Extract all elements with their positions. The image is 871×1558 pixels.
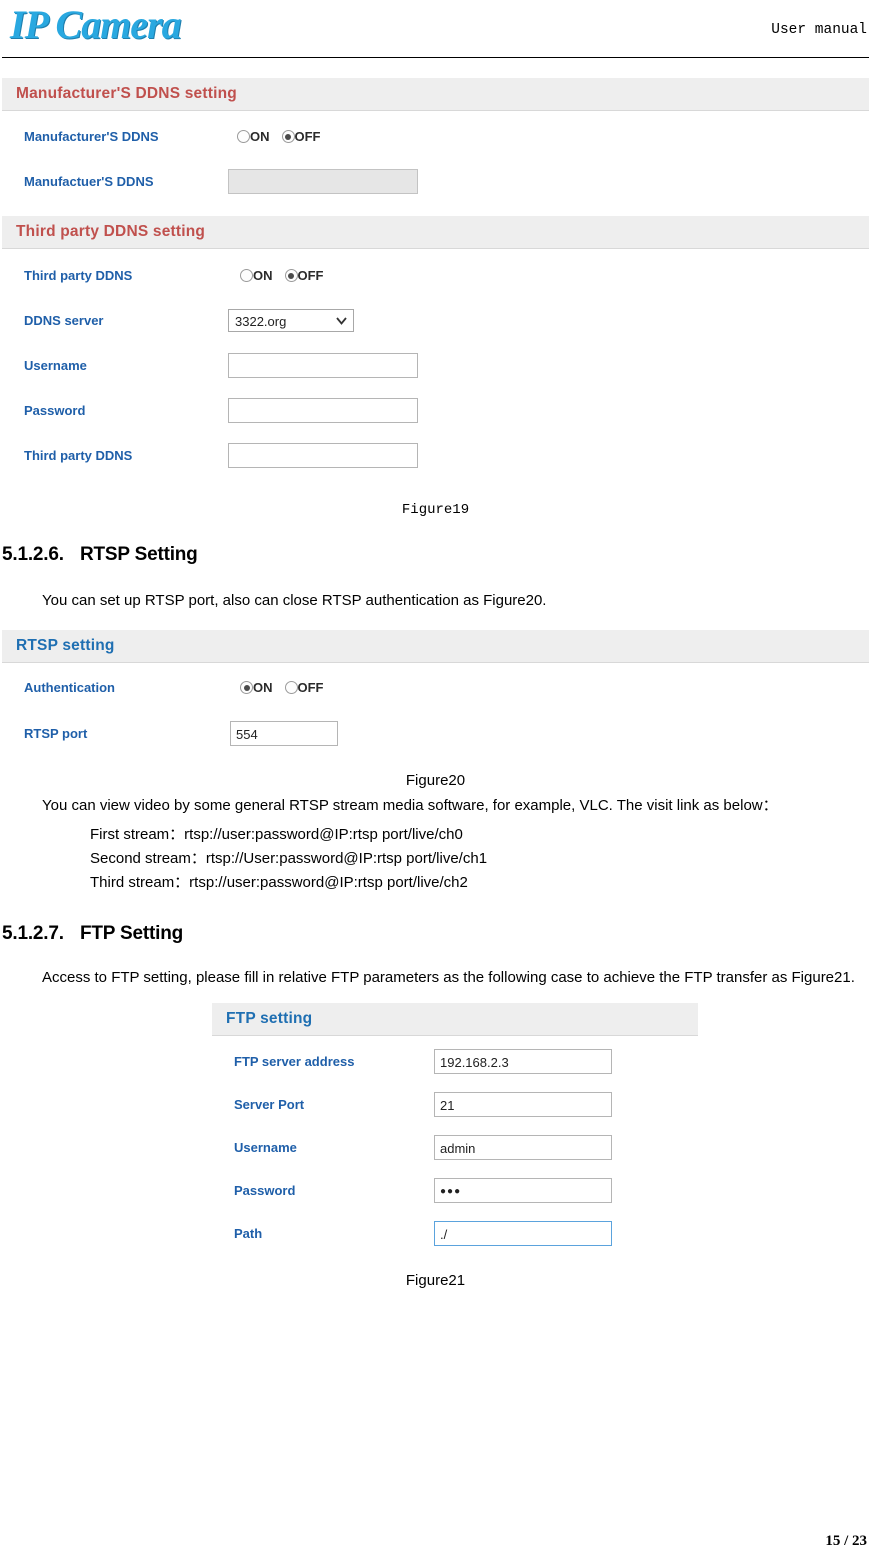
ip-camera-logo: IP Camera bbox=[10, 2, 272, 48]
input-rtsp-port[interactable]: 554 bbox=[230, 721, 338, 746]
radio-third-party-ddns-on[interactable] bbox=[240, 269, 253, 282]
label-ddns-username: Username bbox=[24, 358, 87, 373]
document-page: IP Camera User manual Manufacturer'S DDN… bbox=[0, 0, 871, 1558]
row-ftp-password: Password ●●● bbox=[212, 1174, 684, 1207]
label-rtsp-auth-on: ON bbox=[253, 680, 273, 695]
third-party-ddns-radio-group: ON OFF bbox=[240, 268, 336, 283]
row-ddns-password: Password bbox=[2, 394, 869, 427]
label-ftp-username: Username bbox=[234, 1140, 297, 1155]
input-ftp-server-address[interactable]: 192.168.2.3 bbox=[434, 1049, 612, 1074]
label-ddns-server: DDNS server bbox=[24, 313, 104, 328]
select-ddns-server[interactable]: 3322.org bbox=[228, 309, 354, 332]
row-ddns-username: Username bbox=[2, 349, 869, 382]
manufacturer-ddns-radio-group: ON OFF bbox=[237, 129, 333, 144]
heading-rtsp-number: 5.1.2.6. bbox=[2, 544, 64, 565]
input-ftp-path[interactable]: ./ bbox=[434, 1221, 612, 1246]
radio-manufacturer-ddns-off[interactable] bbox=[281, 130, 295, 143]
label-ftp-password: Password bbox=[234, 1183, 296, 1198]
row-third-party-ddns-toggle: Third party DDNS ON OFF bbox=[2, 259, 869, 292]
row-manufacturer-ddns-field: Manufactuer'S DDNS bbox=[2, 165, 869, 198]
row-manufacturer-ddns-toggle: Manufacturer'S DDNS ON OFF bbox=[2, 120, 869, 153]
label-rtsp-authentication: Authentication bbox=[24, 680, 115, 695]
input-ddns-password[interactable] bbox=[228, 398, 418, 423]
label-manufactuer-ddns: Manufactuer'S DDNS bbox=[24, 174, 154, 189]
row-ftp-path: Path ./ bbox=[212, 1217, 684, 1250]
figure19-caption: Figure19 bbox=[401, 502, 470, 518]
figure20-caption: Figure20 bbox=[405, 772, 466, 789]
input-ftp-password[interactable]: ●●● bbox=[434, 1178, 612, 1203]
input-manufacturer-ddns[interactable] bbox=[228, 169, 418, 194]
rtsp-third-stream: Third stream：rtsp://user:password@IP:rts… bbox=[90, 874, 468, 891]
ftp-settings-screenshot: FTP setting FTP server address 192.168.2… bbox=[212, 1003, 698, 1250]
label-third-party-ddns-field: Third party DDNS bbox=[24, 448, 133, 463]
select-ddns-server-value: 3322.org bbox=[235, 314, 287, 329]
paragraph-ftp-intro: Access to FTP setting, please fill in re… bbox=[42, 969, 855, 986]
ddns-settings-screenshot: Manufacturer'S DDNS setting Manufacturer… bbox=[2, 78, 869, 472]
radio-rtsp-auth-off[interactable] bbox=[284, 681, 298, 694]
radio-manufacturer-ddns-on[interactable] bbox=[237, 130, 250, 143]
label-ftp-server-address: FTP server address bbox=[234, 1054, 355, 1069]
input-ftp-server-port[interactable]: 21 bbox=[434, 1092, 612, 1117]
page-header: IP Camera User manual bbox=[2, 0, 869, 58]
paragraph-rtsp-stream-intro: You can view video by some general RTSP … bbox=[42, 797, 778, 814]
input-ddns-username[interactable] bbox=[228, 353, 418, 378]
input-ftp-username[interactable]: admin bbox=[434, 1135, 612, 1160]
row-ftp-server-address: FTP server address 192.168.2.3 bbox=[212, 1045, 684, 1078]
heading-ftp-text: FTP Setting bbox=[80, 923, 184, 944]
label-ftp-server-port: Server Port bbox=[234, 1097, 305, 1112]
label-third-party-ddns-off: OFF bbox=[297, 268, 324, 283]
radio-rtsp-auth-on[interactable] bbox=[240, 681, 253, 694]
rtsp-settings-screenshot: RTSP setting Authentication ON OFF RTSP … bbox=[2, 630, 869, 750]
row-rtsp-port: RTSP port 554 bbox=[2, 717, 869, 750]
radio-third-party-ddns-off[interactable] bbox=[284, 269, 298, 282]
label-manufacturer-ddns-on: ON bbox=[250, 129, 270, 144]
row-third-party-ddns-field: Third party DDNS bbox=[2, 439, 869, 472]
chevron-down-icon[interactable] bbox=[333, 310, 349, 331]
label-ftp-path: Path bbox=[234, 1226, 263, 1241]
header-divider bbox=[2, 57, 869, 58]
row-ftp-server-port: Server Port 21 bbox=[212, 1088, 684, 1121]
rtsp-second-stream: Second stream：rtsp://User:password@IP:rt… bbox=[90, 850, 488, 867]
label-third-party-ddns: Third party DDNS bbox=[24, 268, 133, 283]
header-user-manual-text: User manual bbox=[771, 22, 867, 38]
row-rtsp-authentication: Authentication ON OFF bbox=[2, 671, 869, 704]
rtsp-authentication-radio-group: ON OFF bbox=[240, 680, 336, 695]
label-manufacturer-ddns: Manufacturer'S DDNS bbox=[24, 129, 159, 144]
ftp-section-title: FTP setting bbox=[212, 1003, 698, 1036]
input-third-party-ddns[interactable] bbox=[228, 443, 418, 468]
label-rtsp-auth-off: OFF bbox=[297, 680, 324, 695]
third-party-ddns-section-title: Third party DDNS setting bbox=[2, 216, 869, 249]
page-number: 15 / 23 bbox=[825, 1533, 867, 1549]
logo-text: IP Camera bbox=[10, 2, 182, 47]
row-ftp-username: Username admin bbox=[212, 1131, 684, 1164]
row-ddns-server: DDNS server 3322.org bbox=[2, 304, 869, 337]
label-third-party-ddns-on: ON bbox=[253, 268, 273, 283]
figure21-caption: Figure21 bbox=[405, 1272, 466, 1289]
manufacturer-ddns-section-title: Manufacturer'S DDNS setting bbox=[2, 78, 869, 111]
rtsp-section-title: RTSP setting bbox=[2, 630, 869, 663]
rtsp-first-stream: First stream：rtsp://user:password@IP:rts… bbox=[90, 826, 463, 843]
heading-rtsp-setting: 5.1.2.6. RTSP Setting bbox=[2, 544, 869, 566]
heading-rtsp-text: RTSP Setting bbox=[80, 544, 198, 565]
paragraph-rtsp-intro: You can set up RTSP port, also can close… bbox=[42, 592, 547, 609]
heading-ftp-setting: 5.1.2.7. FTP Setting bbox=[2, 923, 869, 945]
label-rtsp-port: RTSP port bbox=[24, 726, 88, 741]
heading-ftp-number: 5.1.2.7. bbox=[2, 923, 64, 944]
label-manufacturer-ddns-off: OFF bbox=[294, 129, 321, 144]
label-ddns-password: Password bbox=[24, 403, 86, 418]
